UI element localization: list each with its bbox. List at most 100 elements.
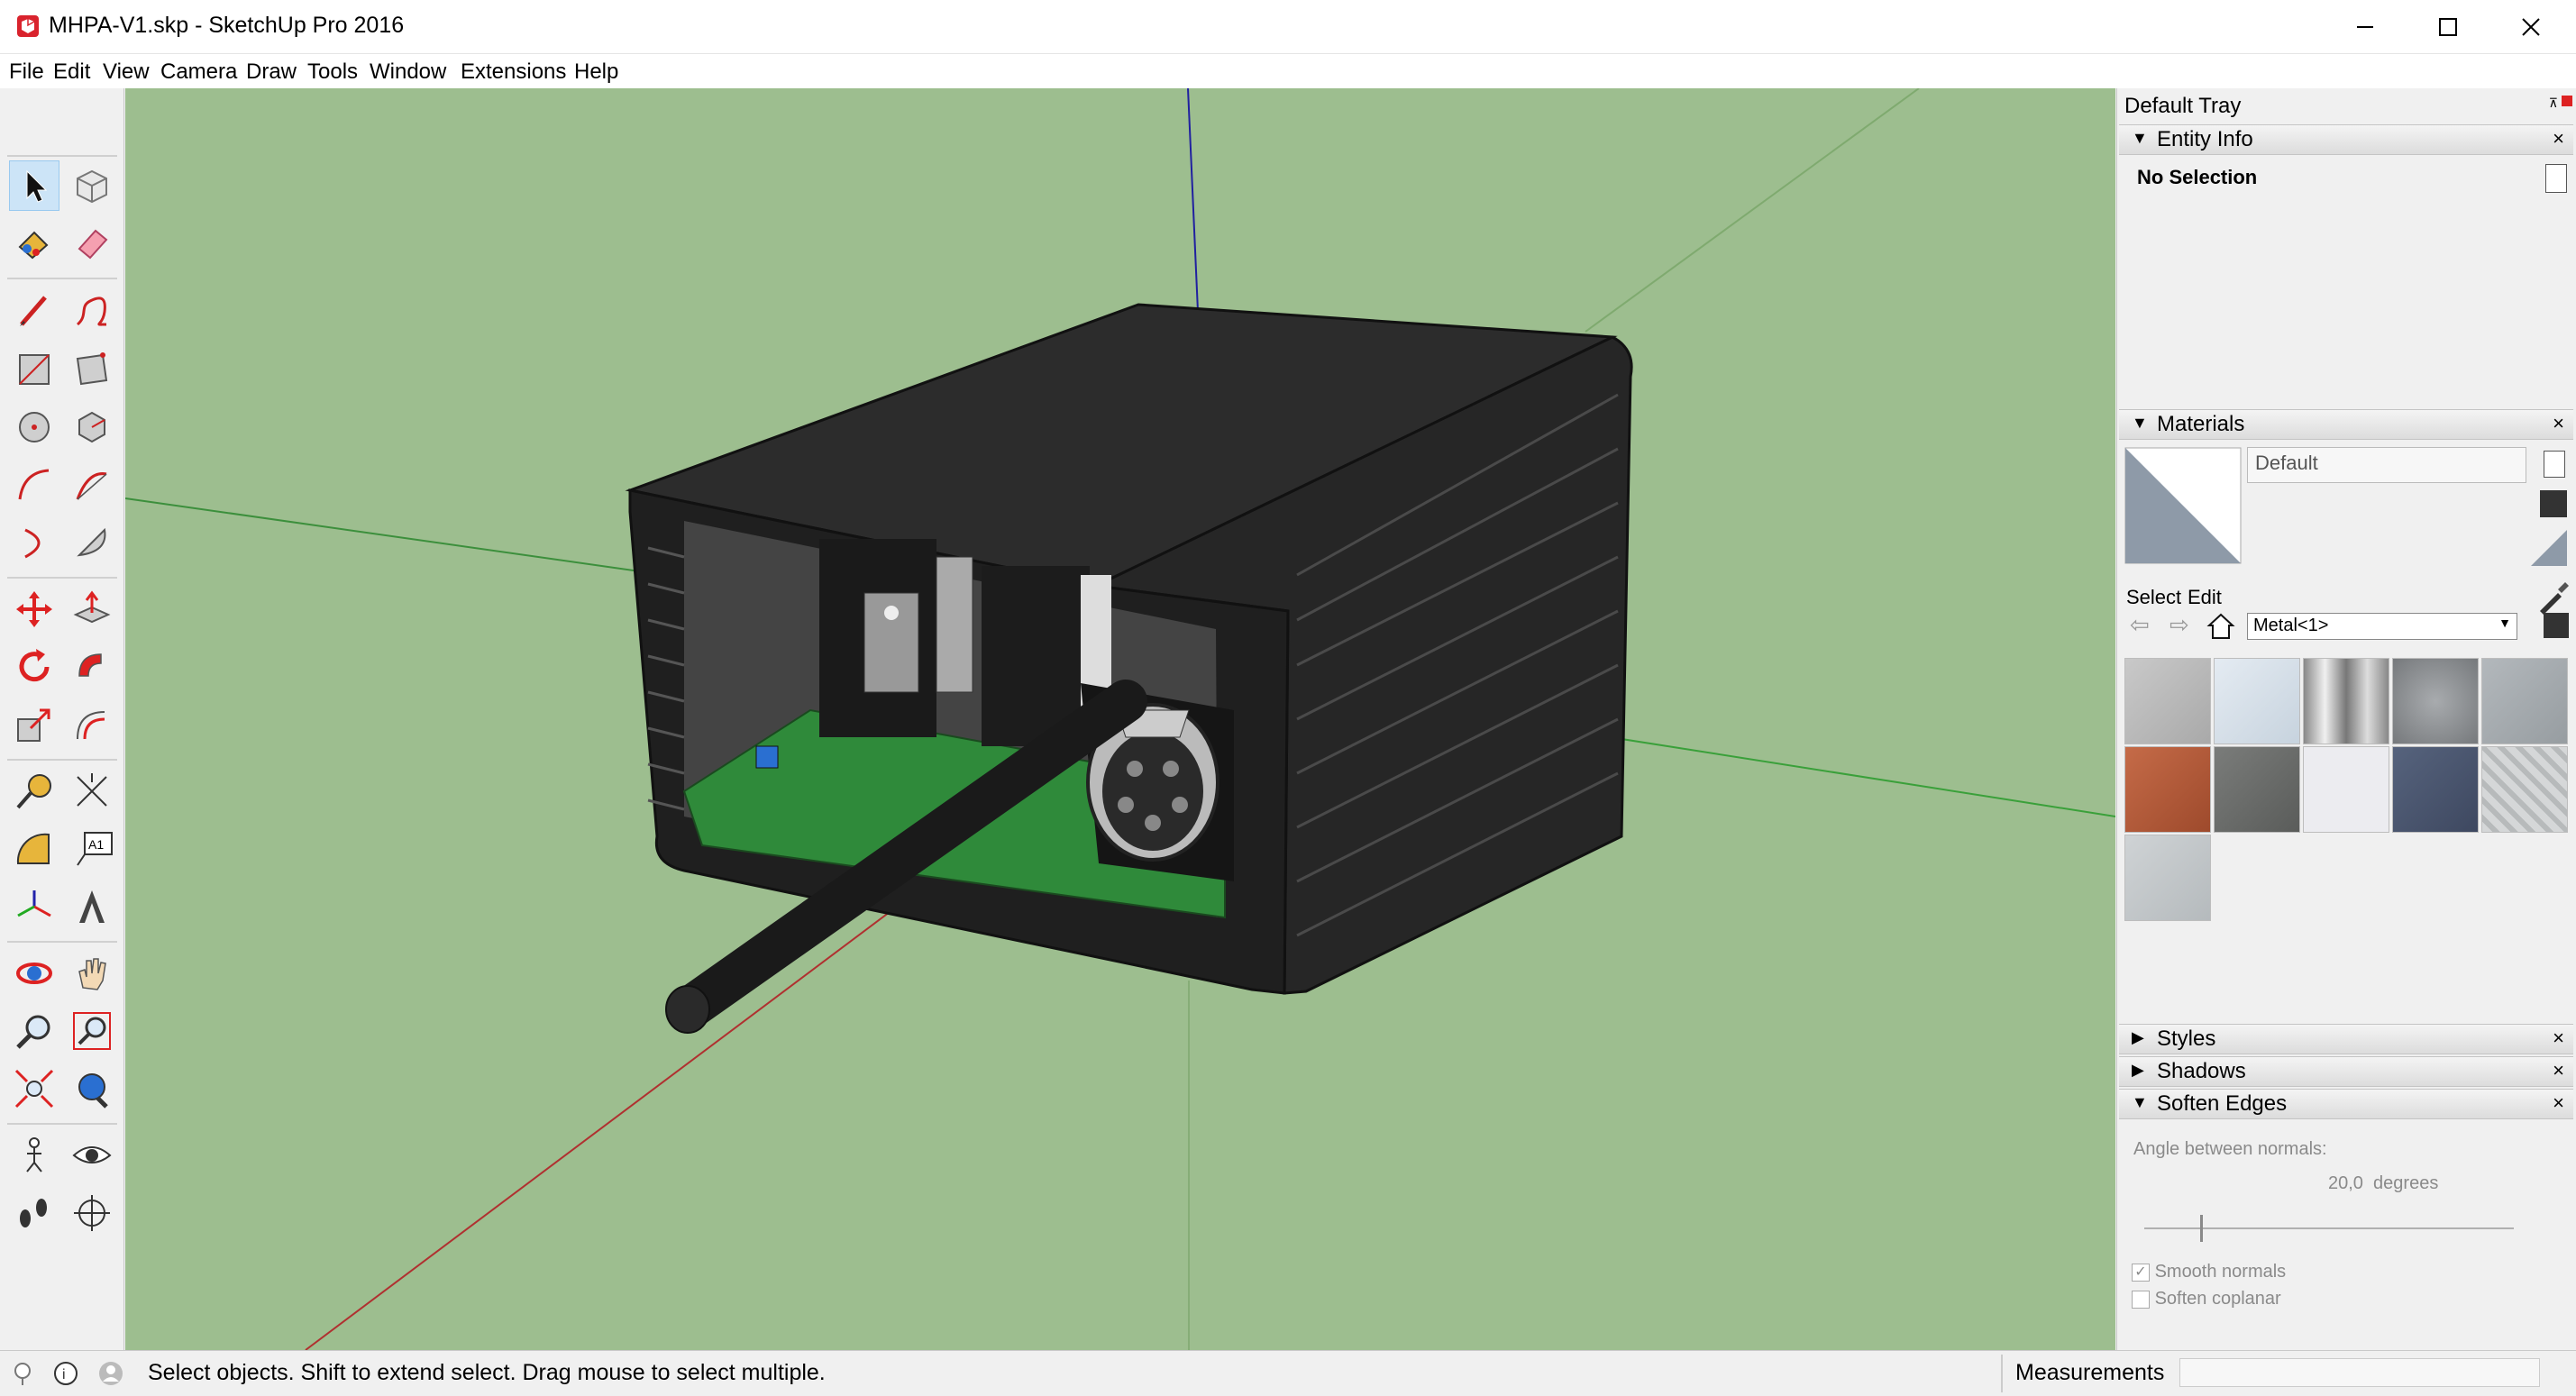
push-pull-tool[interactable] <box>67 584 117 634</box>
make-component-tool[interactable] <box>67 160 117 211</box>
angle-label: Angle between normals: <box>2133 1139 2327 1159</box>
tape-measure-tool[interactable] <box>9 766 59 817</box>
panel-close-icon[interactable]: × <box>2553 127 2564 151</box>
measurements-field[interactable] <box>2179 1358 2540 1387</box>
look-around-tool[interactable] <box>67 1130 117 1181</box>
freehand-icon <box>76 297 107 326</box>
text-tool[interactable]: A1 <box>67 824 117 874</box>
3d-text-tool[interactable] <box>67 881 117 932</box>
styles-header[interactable]: ▶ Styles × <box>2119 1024 2573 1054</box>
material-swatch[interactable] <box>2481 746 2568 833</box>
polygon-tool[interactable] <box>67 402 117 452</box>
credits-icon[interactable]: i <box>52 1360 79 1387</box>
panel-close-icon[interactable]: × <box>2553 1091 2564 1115</box>
panel-close-icon[interactable]: × <box>2553 412 2564 435</box>
menu-tools[interactable]: Tools <box>307 58 358 87</box>
walk-tool[interactable] <box>9 1188 59 1238</box>
soften-edges-header[interactable]: ▼ Soften Edges × <box>2119 1089 2573 1119</box>
rotate-tool[interactable] <box>9 642 59 692</box>
tape-measure-icon <box>16 774 51 809</box>
model-materials-icon[interactable] <box>2540 490 2567 517</box>
dimension-tool[interactable] <box>67 766 117 817</box>
forward-arrow-icon[interactable]: ⇨ <box>2170 611 2189 639</box>
menu-edit[interactable]: Edit <box>53 58 90 87</box>
material-swatch[interactable] <box>2214 746 2300 833</box>
angle-slider-thumb[interactable] <box>2199 1215 2203 1242</box>
position-camera-tool[interactable] <box>9 1130 59 1181</box>
scale-tool[interactable] <box>9 699 59 750</box>
material-name-field[interactable]: Default <box>2247 447 2526 483</box>
material-swatch[interactable] <box>2392 746 2479 833</box>
entity-info-header[interactable]: ▼ Entity Info × <box>2119 124 2573 155</box>
tab-select[interactable]: Select <box>2126 586 2181 609</box>
axes-tool[interactable] <box>9 881 59 932</box>
tray-close-icon[interactable] <box>2562 96 2572 106</box>
default-material-icon[interactable] <box>2529 528 2569 568</box>
maximize-button[interactable] <box>2407 0 2489 54</box>
move-tool[interactable] <box>9 584 59 634</box>
create-material-icon[interactable] <box>2544 451 2565 478</box>
section-plane-tool[interactable] <box>67 1188 117 1238</box>
panel-close-icon[interactable]: × <box>2553 1059 2564 1082</box>
menu-help[interactable]: Help <box>574 58 618 87</box>
soften-coplanar-checkbox[interactable] <box>2132 1290 2150 1309</box>
user-account-icon[interactable] <box>97 1360 124 1387</box>
home-icon[interactable] <box>2206 611 2236 642</box>
smooth-normals-row[interactable]: ✓ Smooth normals <box>2132 1262 2286 1282</box>
3d-text-icon <box>79 890 105 923</box>
drawing-area[interactable] <box>125 88 2115 1350</box>
menu-view[interactable]: View <box>103 58 150 87</box>
circle-tool[interactable] <box>9 402 59 452</box>
panel-close-icon[interactable]: × <box>2553 1026 2564 1050</box>
rotated-rectangle-tool[interactable] <box>67 344 117 395</box>
arc-tool[interactable] <box>9 460 59 510</box>
material-swatch[interactable] <box>2124 746 2211 833</box>
look-around-icon <box>72 1146 112 1163</box>
rectangle-tool[interactable] <box>9 344 59 395</box>
material-swatch[interactable] <box>2303 658 2389 744</box>
menu-camera[interactable]: Camera <box>160 58 237 87</box>
material-swatch[interactable] <box>2392 658 2479 744</box>
materials-header[interactable]: ▼ Materials × <box>2119 409 2573 440</box>
freehand-tool[interactable] <box>67 285 117 335</box>
shadows-header[interactable]: ▶ Shadows × <box>2119 1056 2573 1087</box>
previous-view-tool[interactable] <box>67 1063 117 1114</box>
geo-location-icon[interactable] <box>9 1360 36 1387</box>
pin-icon[interactable]: ⊼ <box>2549 96 2558 111</box>
line-tool[interactable] <box>9 285 59 335</box>
protractor-tool[interactable] <box>9 824 59 874</box>
menu-file[interactable]: File <box>9 58 44 87</box>
smooth-normals-checkbox[interactable]: ✓ <box>2132 1263 2150 1282</box>
follow-me-tool[interactable] <box>67 642 117 692</box>
pie-tool[interactable] <box>67 517 117 568</box>
pan-tool[interactable] <box>67 948 117 999</box>
zoom-window-tool[interactable] <box>67 1006 117 1056</box>
menu-draw[interactable]: Draw <box>246 58 297 87</box>
close-button[interactable] <box>2489 0 2572 54</box>
tab-edit[interactable]: Edit <box>2188 586 2222 609</box>
select-tool[interactable] <box>9 160 59 211</box>
soften-coplanar-row[interactable]: Soften coplanar <box>2132 1289 2281 1309</box>
menu-extensions[interactable]: Extensions <box>461 58 566 87</box>
details-toggle-icon[interactable] <box>2545 164 2567 193</box>
eraser-tool[interactable] <box>67 218 117 269</box>
zoom-extents-tool[interactable] <box>9 1063 59 1114</box>
details-arrow-icon[interactable] <box>2544 613 2569 638</box>
material-swatch[interactable] <box>2124 658 2211 744</box>
two-point-arc-tool[interactable] <box>67 460 117 510</box>
back-arrow-icon[interactable]: ⇦ <box>2130 611 2150 639</box>
material-swatch[interactable] <box>2124 835 2211 921</box>
material-swatch[interactable] <box>2303 746 2389 833</box>
minimize-button[interactable] <box>2324 0 2407 54</box>
material-swatch[interactable] <box>2214 658 2300 744</box>
eyedropper-icon[interactable] <box>2535 580 2571 616</box>
orbit-tool[interactable] <box>9 948 59 999</box>
three-point-arc-tool[interactable] <box>9 517 59 568</box>
offset-tool[interactable] <box>67 699 117 750</box>
zoom-tool[interactable] <box>9 1006 59 1056</box>
paint-bucket-tool[interactable] <box>9 218 59 269</box>
make-component-icon <box>77 169 107 204</box>
menu-window[interactable]: Window <box>370 58 446 87</box>
material-library-select[interactable]: Metal<1> ▼ <box>2247 613 2517 640</box>
material-swatch[interactable] <box>2481 658 2568 744</box>
